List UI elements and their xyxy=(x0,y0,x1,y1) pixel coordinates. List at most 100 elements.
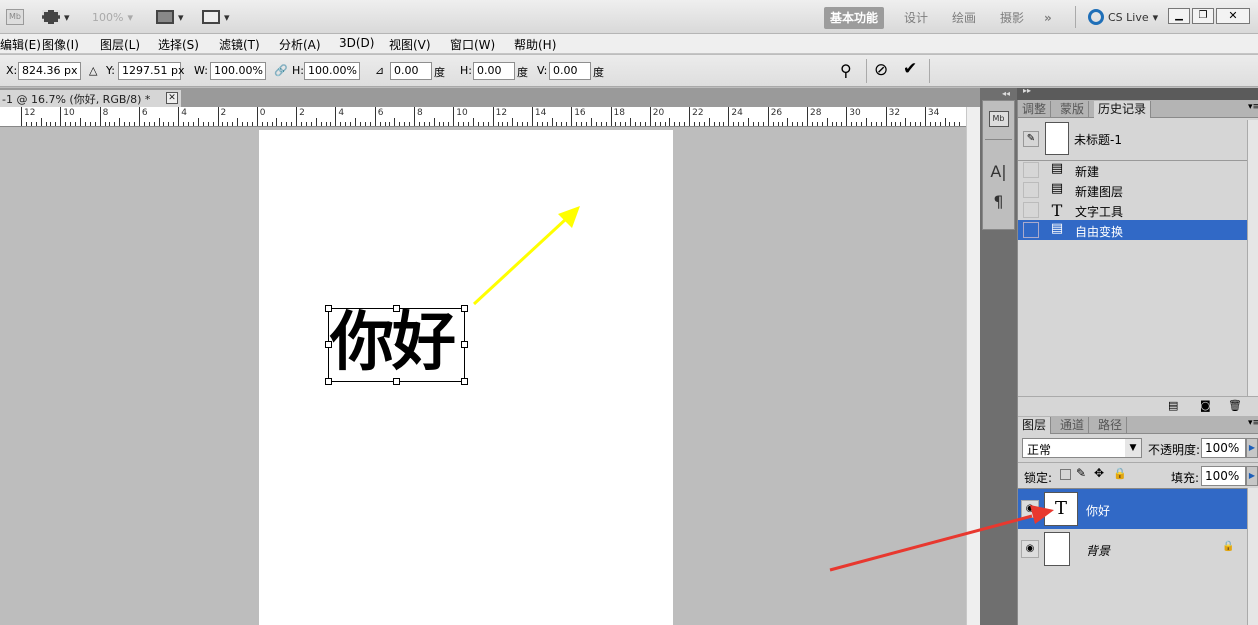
height-scale-input[interactable]: 100.00% xyxy=(304,62,360,80)
character-panel-icon[interactable]: A| xyxy=(983,157,1014,185)
link-icon[interactable]: 🔗 xyxy=(274,64,288,77)
panel-menu-icon[interactable]: ▾≡ xyxy=(1248,418,1258,428)
cancel-transform-icon[interactable]: ⊘ xyxy=(874,60,888,80)
menu-image[interactable]: 图像(I) xyxy=(42,36,79,53)
paragraph-panel-icon[interactable]: ¶ xyxy=(983,187,1014,215)
transform-handle[interactable] xyxy=(393,378,400,385)
eye-icon[interactable]: ◉ xyxy=(1021,540,1039,558)
tab-history[interactable]: 历史记录 xyxy=(1094,101,1152,118)
warp-mode-icon[interactable]: ⚲ xyxy=(840,61,852,80)
blend-mode-select[interactable]: 正常 ▼ xyxy=(1022,438,1142,458)
ruler-minor-tick xyxy=(202,122,204,126)
lock-all-icon[interactable]: 🔒 xyxy=(1113,467,1127,480)
panel-menu-icon[interactable]: ▾≡ xyxy=(1248,102,1258,112)
v-skew-input[interactable]: 0.00 xyxy=(549,62,591,80)
history-state-checkbox[interactable] xyxy=(1023,182,1039,198)
ruler-minor-tick xyxy=(561,122,563,126)
history-scrollbar[interactable] xyxy=(1247,120,1258,396)
layer-row-background[interactable]: ◉ 背景 🔒 xyxy=(1018,529,1248,569)
menu-window[interactable]: 窗口(W) xyxy=(450,36,495,53)
history-state-checkbox[interactable] xyxy=(1023,222,1039,238)
mini-bridge-icon[interactable]: Mb xyxy=(6,7,24,27)
arrange-documents-button[interactable]: ▾ xyxy=(156,7,184,27)
relative-position-icon[interactable]: △ xyxy=(89,64,97,77)
layer-name[interactable]: 你好 xyxy=(1086,502,1110,519)
transform-handle[interactable] xyxy=(393,305,400,312)
restore-button[interactable]: ❐ xyxy=(1192,8,1214,24)
width-scale-input[interactable]: 100.00% xyxy=(210,62,266,80)
transform-handle[interactable] xyxy=(461,378,468,385)
ruler-minor-tick xyxy=(389,122,391,126)
lock-transparent-icon[interactable] xyxy=(1060,469,1071,480)
workspace-essentials[interactable]: 基本功能 xyxy=(824,7,885,29)
ruler-label: 6 xyxy=(141,108,148,118)
transform-handle[interactable] xyxy=(325,378,332,385)
opacity-input[interactable]: 100% xyxy=(1201,438,1246,458)
close-button[interactable]: ✕ xyxy=(1216,8,1250,24)
tab-masks[interactable]: 蒙版 xyxy=(1056,101,1090,118)
layers-scrollbar[interactable] xyxy=(1247,488,1258,625)
lock-paint-icon[interactable]: ✎ xyxy=(1076,466,1086,480)
x-position-input[interactable]: 824.36 px xyxy=(18,62,81,80)
opacity-slider-arrow[interactable]: ▶ xyxy=(1246,438,1258,458)
zoom-level-dropdown[interactable]: 100% ▾ xyxy=(92,7,133,27)
vertical-scrollbar[interactable] xyxy=(966,107,980,625)
new-snapshot-icon[interactable]: ◙ xyxy=(1200,399,1211,412)
cs-live-button[interactable]: CS Live ▾ xyxy=(1088,7,1158,27)
more-workspaces-button[interactable]: » xyxy=(1038,7,1058,29)
workspace-design[interactable]: 设计 xyxy=(898,7,934,29)
panel-header: ▸▸ xyxy=(1017,86,1258,100)
history-snapshot[interactable]: ✎ 未标题-1 xyxy=(1020,120,1248,158)
rotation-input[interactable]: 0.00 xyxy=(390,62,432,80)
history-state-checkbox[interactable] xyxy=(1023,162,1039,178)
document-tab[interactable]: -1 @ 16.7% (你好, RGB/8) * ✕ xyxy=(0,90,181,107)
y-position-input[interactable]: 1297.51 px xyxy=(118,62,184,80)
tab-paths[interactable]: 路径 xyxy=(1094,417,1128,434)
fill-slider-arrow[interactable]: ▶ xyxy=(1246,466,1258,486)
layer-row-text[interactable]: ◉ T 你好 xyxy=(1018,489,1248,529)
history-brush-icon[interactable]: ✎ xyxy=(1023,131,1039,147)
menu-analysis[interactable]: 分析(A) xyxy=(279,36,321,53)
history-item-selected[interactable]: ▤ 自由变换 xyxy=(1018,220,1248,240)
collapse-dock-icon[interactable]: ◂◂ xyxy=(1002,89,1010,98)
screen-mode-button[interactable]: ▾ xyxy=(202,7,230,27)
ruler-minor-tick xyxy=(630,118,632,126)
transform-handle[interactable] xyxy=(325,305,332,312)
transform-handle[interactable] xyxy=(461,341,468,348)
h-skew-input[interactable]: 0.00 xyxy=(473,62,515,80)
menu-view[interactable]: 视图(V) xyxy=(389,36,431,53)
menu-select[interactable]: 选择(S) xyxy=(158,36,199,53)
new-document-icon[interactable]: ▤ xyxy=(1168,399,1178,412)
reference-point-icon[interactable]: ⌖ xyxy=(391,338,403,350)
transform-handle[interactable] xyxy=(461,305,468,312)
ruler-minor-tick xyxy=(468,122,470,126)
commit-transform-icon[interactable]: ✔ xyxy=(903,59,917,79)
history-item[interactable]: ▤ 新建 xyxy=(1018,160,1248,180)
menu-edit[interactable]: 编辑(E) xyxy=(0,36,41,53)
tab-layers[interactable]: 图层 xyxy=(1018,417,1052,434)
minimize-button[interactable]: ▁ xyxy=(1168,8,1190,24)
trash-icon[interactable]: 🗑 xyxy=(1228,399,1242,412)
history-item[interactable]: ▤ 新建图层 xyxy=(1018,180,1248,200)
close-document-icon[interactable]: ✕ xyxy=(166,92,178,104)
history-item[interactable]: T 文字工具 xyxy=(1018,200,1248,220)
film-view-button[interactable]: ▾ xyxy=(42,7,70,27)
lock-move-icon[interactable]: ✥ xyxy=(1094,466,1104,480)
fill-input[interactable]: 100% xyxy=(1201,466,1246,486)
expand-panels-icon[interactable]: ▸▸ xyxy=(1023,86,1031,95)
tab-channels[interactable]: 通道 xyxy=(1056,417,1090,434)
menu-help[interactable]: 帮助(H) xyxy=(514,36,556,53)
workspace-photography[interactable]: 摄影 xyxy=(994,7,1030,29)
tab-adjustments[interactable]: 调整 xyxy=(1018,101,1052,118)
history-state-checkbox[interactable] xyxy=(1023,202,1039,218)
menu-filter[interactable]: 滤镜(T) xyxy=(219,36,260,53)
layer-name[interactable]: 背景 xyxy=(1086,542,1110,559)
ruler-major-tick xyxy=(531,107,533,126)
document-tab-title: -1 @ 16.7% (你好, RGB/8) * xyxy=(2,93,151,106)
eye-icon[interactable]: ◉ xyxy=(1021,500,1039,518)
workspace-painting[interactable]: 绘画 xyxy=(946,7,982,29)
menu-3d[interactable]: 3D(D) xyxy=(339,36,374,50)
mini-bridge-panel-icon[interactable]: Mb xyxy=(983,105,1014,133)
menu-layer[interactable]: 图层(L) xyxy=(100,36,140,53)
transform-handle[interactable] xyxy=(325,341,332,348)
